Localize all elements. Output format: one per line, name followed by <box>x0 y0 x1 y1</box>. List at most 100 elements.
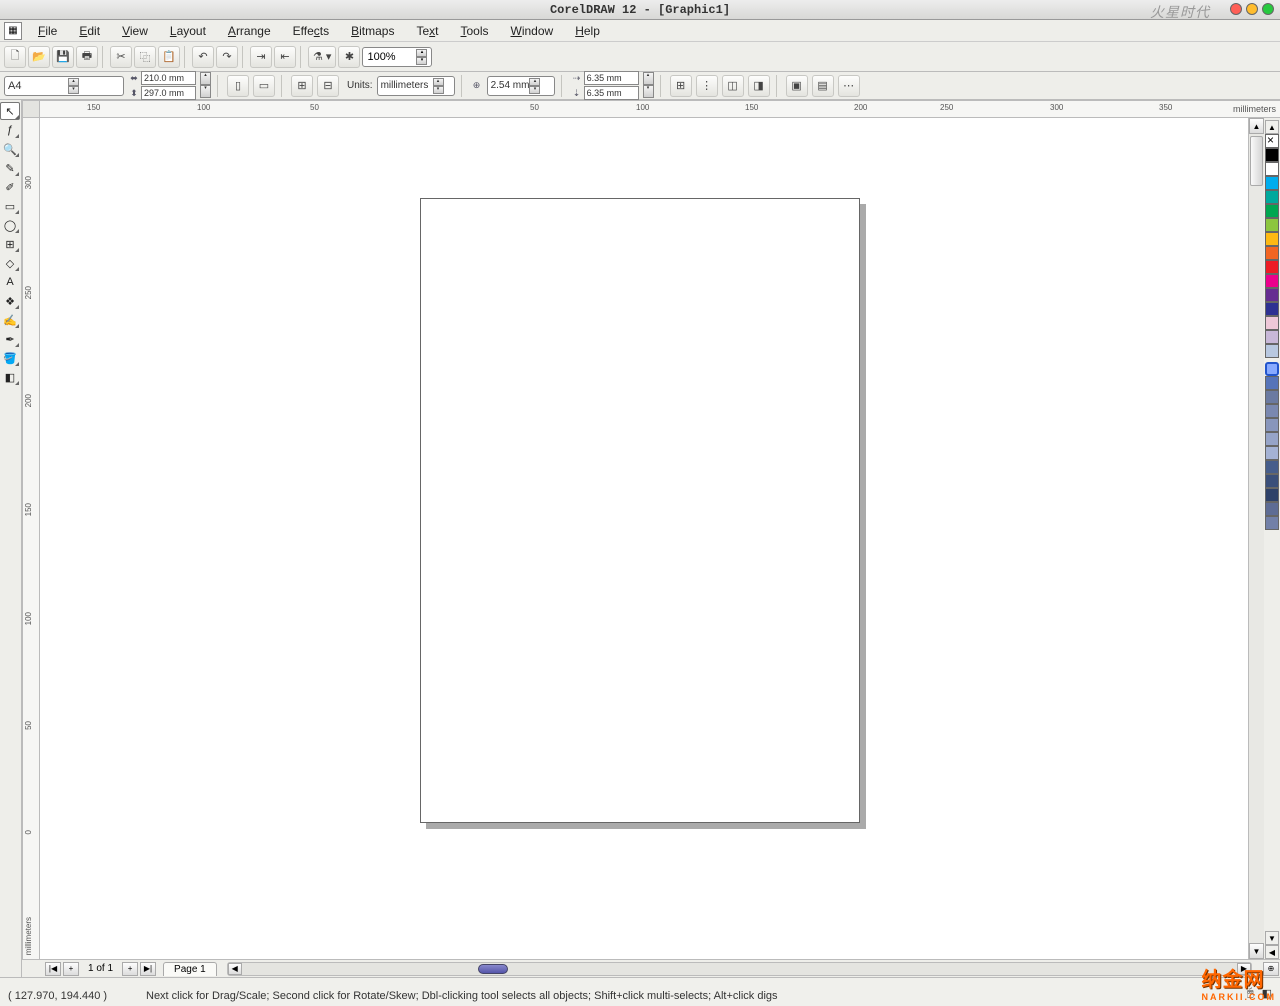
maximize-button[interactable] <box>1262 3 1274 15</box>
vertical-ruler[interactable]: 300 250 200 150 100 50 0 millimeters <box>22 118 40 959</box>
portrait-button[interactable]: ▯ <box>227 75 249 97</box>
swatch-purple[interactable] <box>1265 288 1279 302</box>
add-page-before-button[interactable]: + <box>63 962 79 976</box>
new-button[interactable]: 🗋 <box>4 46 26 68</box>
app-launcher-button[interactable]: ⚗ ▾ <box>308 46 336 68</box>
close-button[interactable] <box>1230 3 1242 15</box>
swatch-slate3[interactable] <box>1265 418 1279 432</box>
menu-text[interactable]: Text <box>406 22 448 40</box>
pick-tool[interactable]: ↖ <box>0 102 20 120</box>
nudge-input[interactable]: 2.54 mm ▴▾ <box>487 76 555 96</box>
page-layout-button[interactable]: ⊞ <box>291 75 313 97</box>
open-button[interactable]: 📂 <box>28 46 50 68</box>
text-tool[interactable]: A <box>0 273 20 291</box>
snap-dyn-button[interactable]: ◨ <box>748 75 770 97</box>
snap-obj-button[interactable]: ◫ <box>722 75 744 97</box>
vertical-scrollbar[interactable]: ▲ ▼ <box>1248 118 1264 959</box>
palette-flyout-handle[interactable] <box>1265 362 1279 376</box>
dim-spinner[interactable]: ▴▾ <box>200 72 211 100</box>
freehand-tool[interactable]: ✎ <box>0 159 20 177</box>
save-button[interactable]: 💾 <box>52 46 74 68</box>
swatch-slate7[interactable] <box>1265 474 1279 488</box>
scroll-up-button[interactable]: ▲ <box>1249 118 1264 134</box>
menu-tools[interactable]: Tools <box>451 22 499 40</box>
swatch-white[interactable] <box>1265 162 1279 176</box>
palette-expand-button[interactable]: ◀ <box>1265 945 1279 959</box>
palette-down-button[interactable]: ▼ <box>1265 931 1279 945</box>
menu-edit[interactable]: Edit <box>69 22 110 40</box>
swatch-none[interactable] <box>1265 134 1279 148</box>
page-width-input[interactable]: 210.0 mm <box>141 71 196 85</box>
swatch-slate10[interactable] <box>1265 516 1279 530</box>
smart-draw-tool[interactable]: ✐ <box>0 178 20 196</box>
menu-view[interactable]: View <box>112 22 158 40</box>
swatch-orange[interactable] <box>1265 246 1279 260</box>
zoom-spinner[interactable]: ▴▾ <box>416 49 427 65</box>
swatch-lightblue[interactable] <box>1265 344 1279 358</box>
horizontal-scrollbar[interactable]: ◀ ▶ <box>227 962 1252 976</box>
paste-button[interactable]: 📋 <box>158 46 180 68</box>
swatch-slate5[interactable] <box>1265 446 1279 460</box>
ruler-origin[interactable] <box>22 100 40 118</box>
snap-guide-button[interactable]: ⋮ <box>696 75 718 97</box>
fill-tool[interactable]: 🪣 <box>0 349 20 367</box>
zoom-tool[interactable]: 🔍 <box>0 140 20 158</box>
import-button[interactable]: ⇥ <box>250 46 272 68</box>
swatch-yellow[interactable] <box>1265 232 1279 246</box>
scroll-left-button[interactable]: ◀ <box>228 963 242 975</box>
print-button[interactable]: 🖶 <box>76 46 98 68</box>
dup-x-input[interactable]: 6.35 mm <box>584 71 639 85</box>
outline-tool[interactable]: ✒ <box>0 330 20 348</box>
swatch-magenta[interactable] <box>1265 274 1279 288</box>
swatch-lime[interactable] <box>1265 218 1279 232</box>
swatch-slate6[interactable] <box>1265 460 1279 474</box>
first-page-button[interactable]: |◀ <box>45 962 61 976</box>
swatch-green[interactable] <box>1265 204 1279 218</box>
v-scroll-thumb[interactable] <box>1250 136 1263 186</box>
interactive-fill-tool[interactable]: ◧ <box>0 368 20 386</box>
swatch-navy[interactable] <box>1265 302 1279 316</box>
horizontal-ruler[interactable]: 150 100 50 50 100 150 200 250 300 350 mi… <box>40 100 1280 118</box>
eyedropper-tool[interactable]: ✍ <box>0 311 20 329</box>
palette-up-button[interactable]: ▲ <box>1265 120 1279 134</box>
swatch-lavender[interactable] <box>1265 330 1279 344</box>
app-icon[interactable]: ▦ <box>4 22 22 40</box>
cut-button[interactable]: ✂ <box>110 46 132 68</box>
last-page-button[interactable]: ▶| <box>140 962 156 976</box>
page-tab-1[interactable]: Page 1 <box>163 962 217 976</box>
corel-online-button[interactable]: ✱ <box>338 46 360 68</box>
menu-bitmaps[interactable]: Bitmaps <box>341 22 404 40</box>
snap-grid-button[interactable]: ⊞ <box>670 75 692 97</box>
canvas[interactable] <box>40 118 1248 959</box>
options-button[interactable]: ⋯ <box>838 75 860 97</box>
copy-button[interactable]: ⿻ <box>134 46 156 68</box>
shape-tool[interactable]: ƒ <box>0 121 20 139</box>
add-page-after-button[interactable]: + <box>122 962 138 976</box>
swatch-slate[interactable] <box>1265 390 1279 404</box>
page-height-input[interactable]: 297.0 mm <box>141 86 196 100</box>
minimize-button[interactable] <box>1246 3 1258 15</box>
scroll-down-button[interactable]: ▼ <box>1249 943 1264 959</box>
menu-layout[interactable]: Layout <box>160 22 216 40</box>
menu-window[interactable]: Window <box>501 22 564 40</box>
swatch-blue2[interactable] <box>1265 376 1279 390</box>
treat-as-filled2-button[interactable]: ▤ <box>812 75 834 97</box>
ellipse-tool[interactable]: ◯ <box>0 216 20 234</box>
menu-effects[interactable]: Effects <box>283 22 339 40</box>
drawing-page[interactable] <box>420 198 860 823</box>
swatch-slate4[interactable] <box>1265 432 1279 446</box>
swatch-cyan[interactable] <box>1265 176 1279 190</box>
dup-spinner[interactable]: ▴▾ <box>643 72 654 100</box>
menu-file[interactable]: File <box>28 22 67 40</box>
blend-tool[interactable]: ❖ <box>0 292 20 310</box>
export-button[interactable]: ⇤ <box>274 46 296 68</box>
menu-help[interactable]: Help <box>565 22 610 40</box>
treat-as-filled-button[interactable]: ▣ <box>786 75 808 97</box>
units-combo[interactable]: millimeters ▴▾ <box>377 76 455 96</box>
dup-y-input[interactable]: 6.35 mm <box>584 86 639 100</box>
rectangle-tool[interactable]: ▭ <box>0 197 20 215</box>
menu-arrange[interactable]: Arrange <box>218 22 281 40</box>
undo-button[interactable]: ↶ <box>192 46 214 68</box>
swatch-slate8[interactable] <box>1265 488 1279 502</box>
zoom-combo[interactable]: 100% ▴▾ <box>362 47 432 67</box>
